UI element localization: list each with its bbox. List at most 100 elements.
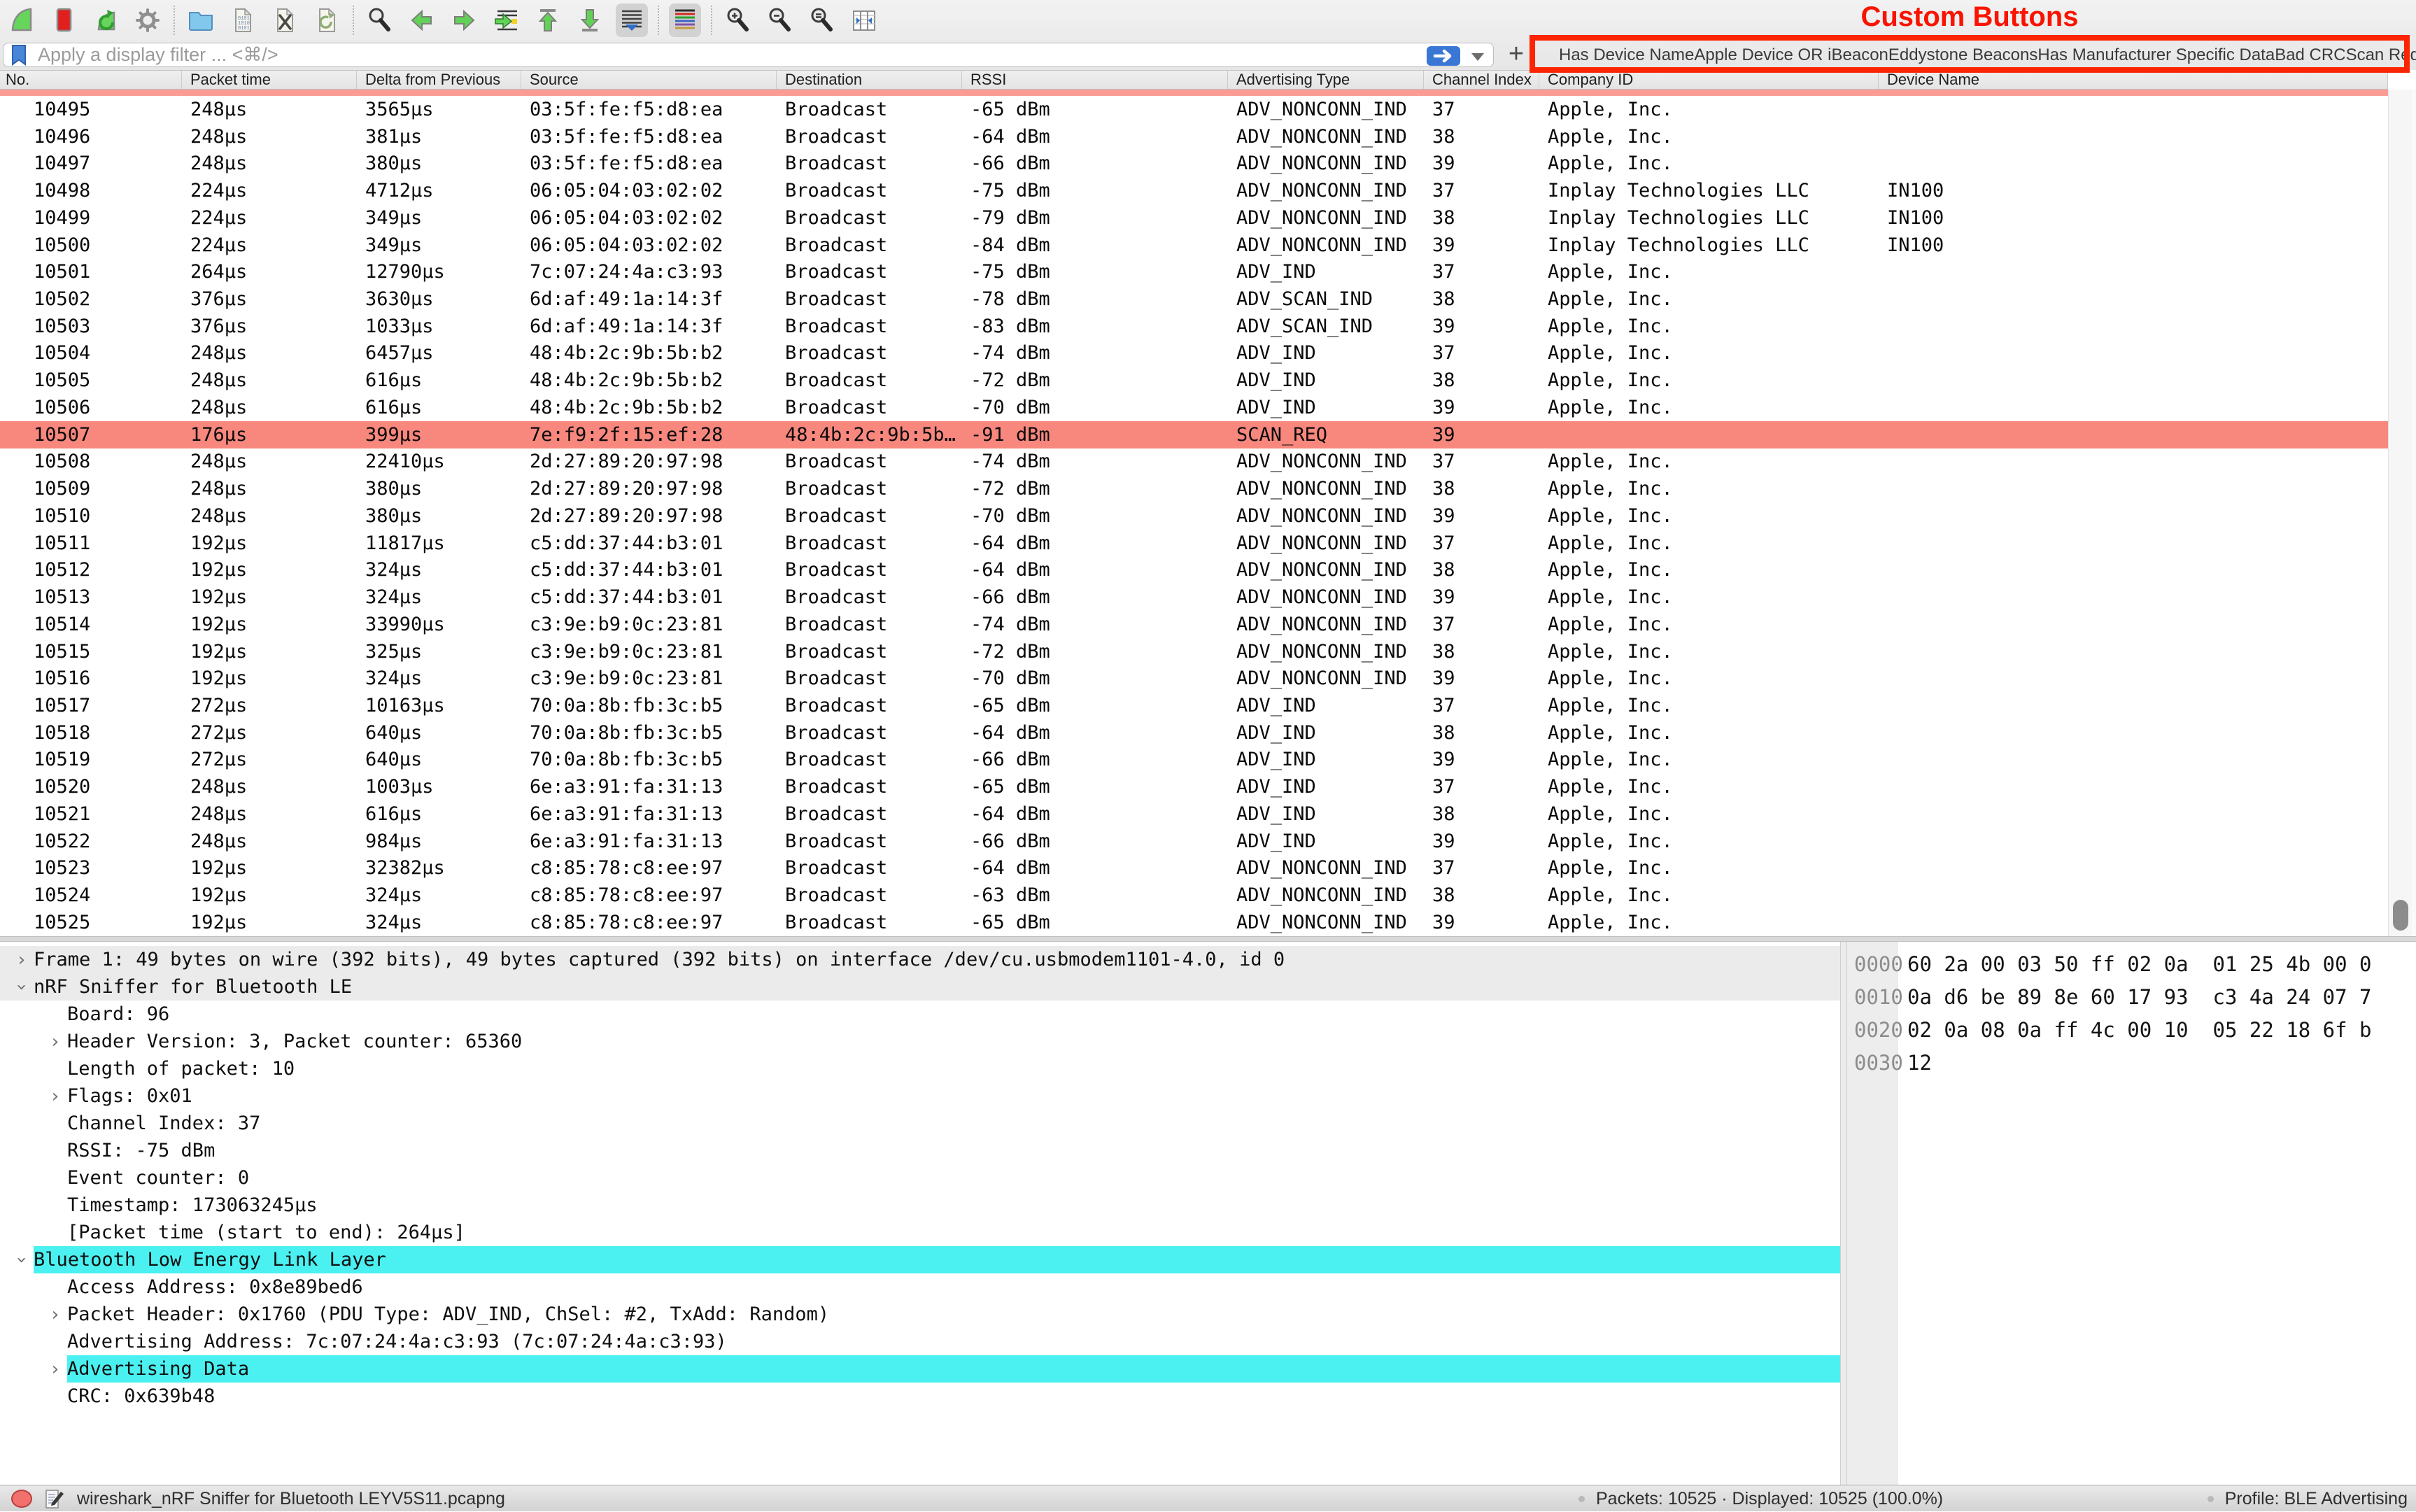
auto-scroll-button[interactable] bbox=[616, 3, 648, 37]
packet-row[interactable]: 10495248µs3565µs03:5f:fe:f5:d8:eaBroadca… bbox=[0, 96, 2388, 123]
custom-filter-button-eddystone-beacons[interactable]: Eddystone Beacons bbox=[1888, 45, 2037, 65]
column-header-rssi[interactable]: RSSI bbox=[962, 71, 1228, 89]
custom-filter-button-apple-device-or-ibeacon[interactable]: Apple Device OR iBeacon bbox=[1694, 45, 1888, 65]
resize-columns-button[interactable] bbox=[848, 3, 880, 37]
expander-collapsed-icon[interactable]: › bbox=[43, 1304, 67, 1325]
packet-row[interactable]: 10506248µs616µs48:4b:2c:9b:5b:b2Broadcas… bbox=[0, 394, 2388, 421]
packet-row[interactable]: 10504248µs6457µs48:4b:2c:9b:5b:b2Broadca… bbox=[0, 340, 2388, 367]
display-filter-input[interactable]: Apply a display filter ... <⌘/> bbox=[3, 43, 1494, 67]
detail-tree-row[interactable]: ›Packet Header: 0x1760 (PDU Type: ADV_IN… bbox=[0, 1301, 1840, 1328]
detail-tree-row[interactable]: ›Bluetooth Low Energy Link Layer bbox=[0, 1246, 1840, 1273]
column-header-channel-index[interactable]: Channel Index bbox=[1424, 71, 1539, 89]
detail-tree-row[interactable]: Access Address: 0x8e89bed6 bbox=[0, 1273, 1840, 1301]
custom-filter-button-scan-requests-responses[interactable]: Scan Requests/Responses bbox=[2346, 45, 2416, 65]
column-header-delta-from-previous[interactable]: Delta from Previous bbox=[357, 71, 521, 89]
find-packet-button[interactable] bbox=[364, 3, 396, 37]
expander-expanded-icon[interactable]: › bbox=[11, 975, 32, 999]
horizontal-splitter[interactable] bbox=[0, 936, 2416, 942]
detail-tree-row[interactable]: RSSI: -75 dBm bbox=[0, 1137, 1840, 1164]
expert-info-icon[interactable] bbox=[11, 1490, 32, 1508]
save-file-button[interactable]: 010110100101 bbox=[227, 3, 259, 37]
packet-row[interactable]: 10520248µs1003µs6e:a3:91:fa:31:13Broadca… bbox=[0, 773, 2388, 800]
detail-tree-row[interactable]: ›Flags: 0x01 bbox=[0, 1082, 1840, 1110]
expander-collapsed-icon[interactable]: › bbox=[10, 949, 34, 970]
column-header-destination[interactable]: Destination bbox=[777, 71, 962, 89]
packet-row[interactable]: 10499224µs349µs06:05:04:03:02:02Broadcas… bbox=[0, 204, 2388, 232]
custom-filter-button-has-device-name[interactable]: Has Device Name bbox=[1559, 45, 1694, 65]
packet-row[interactable]: 10512192µs324µsc5:dd:37:44:b3:01Broadcas… bbox=[0, 556, 2388, 584]
column-header-source[interactable]: Source bbox=[521, 71, 777, 89]
detail-tree-row[interactable]: Advertising Address: 7c:07:24:4a:c3:93 (… bbox=[0, 1328, 1840, 1355]
packet-row[interactable]: 10514192µs33990µsc3:9e:b9:0c:23:81Broadc… bbox=[0, 611, 2388, 638]
packet-row[interactable]: 10498224µs4712µs06:05:04:03:02:02Broadca… bbox=[0, 177, 2388, 204]
packet-row[interactable]: 10509248µs380µs2d:27:89:20:97:98Broadcas… bbox=[0, 475, 2388, 502]
stop-capture-button[interactable] bbox=[48, 3, 80, 37]
packet-row[interactable]: 10508248µs22410µs2d:27:89:20:97:98Broadc… bbox=[0, 448, 2388, 476]
restart-capture-button[interactable] bbox=[90, 3, 122, 37]
packet-row[interactable]: 10502376µs3630µs6d:af:49:1a:14:3fBroadca… bbox=[0, 285, 2388, 313]
expander-collapsed-icon[interactable]: › bbox=[43, 1359, 67, 1380]
packet-list-scrollbar[interactable] bbox=[2388, 90, 2412, 936]
packet-row[interactable]: 10518272µs640µs70:0a:8b:fb:3c:b5Broadcas… bbox=[0, 719, 2388, 747]
packet-row[interactable]: 10523192µs32382µsc8:85:78:c8:ee:97Broadc… bbox=[0, 855, 2388, 882]
detail-tree-row[interactable]: [Packet time (start to end): 264µs] bbox=[0, 1219, 1840, 1246]
packet-row[interactable]: 10525192µs324µsc8:85:78:c8:ee:97Broadcas… bbox=[0, 909, 2388, 936]
wireshark-start-capture-button[interactable] bbox=[6, 3, 38, 37]
packet-row-selected[interactable]: 10507176µs399µs7e:f9:2f:15:ef:2848:4b:2c… bbox=[0, 421, 2388, 448]
detail-tree-row[interactable]: ›nRF Sniffer for Bluetooth LE bbox=[0, 973, 1840, 1001]
packet-row[interactable]: 10521248µs616µs6e:a3:91:fa:31:13Broadcas… bbox=[0, 800, 2388, 828]
detail-tree-row[interactable]: Timestamp: 173063245µs bbox=[0, 1192, 1840, 1219]
custom-filter-button-has-manufacturer-specific-data[interactable]: Has Manufacturer Specific Data bbox=[2037, 45, 2275, 65]
packet-row[interactable]: 10515192µs325µsc3:9e:b9:0c:23:81Broadcas… bbox=[0, 638, 2388, 665]
packet-row[interactable]: 10519272µs640µs70:0a:8b:fb:3c:b5Broadcas… bbox=[0, 747, 2388, 774]
open-file-button[interactable] bbox=[185, 3, 217, 37]
packet-row[interactable]: 10510248µs380µs2d:27:89:20:97:98Broadcas… bbox=[0, 502, 2388, 530]
custom-filter-button-bad-crc[interactable]: Bad CRC bbox=[2275, 45, 2345, 65]
packet-row[interactable]: 10497248µs380µs03:5f:fe:f5:d8:eaBroadcas… bbox=[0, 150, 2388, 177]
go-to-packet-button[interactable] bbox=[490, 3, 522, 37]
column-header-device-name[interactable]: Device Name bbox=[1879, 71, 2388, 89]
go-to-top-button[interactable] bbox=[532, 3, 564, 37]
expander-collapsed-icon[interactable]: › bbox=[43, 1086, 67, 1107]
go-back-button[interactable] bbox=[406, 3, 438, 37]
detail-tree-row[interactable]: ›Frame 1: 49 bytes on wire (392 bits), 4… bbox=[0, 946, 1840, 973]
packet-row[interactable]: 10500224µs349µs06:05:04:03:02:02Broadcas… bbox=[0, 232, 2388, 259]
zoom-out-button[interactable] bbox=[764, 3, 796, 37]
packet-row[interactable]: 10522248µs984µs6e:a3:91:fa:31:13Broadcas… bbox=[0, 828, 2388, 855]
column-header-packet-time[interactable]: Packet time bbox=[182, 71, 357, 89]
capture-comment-icon[interactable] bbox=[45, 1488, 64, 1509]
scrollbar-thumb[interactable] bbox=[2393, 900, 2408, 931]
packet-row[interactable]: 10496248µs381µs03:5f:fe:f5:d8:eaBroadcas… bbox=[0, 123, 2388, 150]
column-header-no-[interactable]: No. bbox=[0, 71, 182, 89]
packet-row[interactable]: 10524192µs324µsc8:85:78:c8:ee:97Broadcas… bbox=[0, 882, 2388, 909]
column-header-company-id[interactable]: Company ID bbox=[1539, 71, 1879, 89]
go-to-bottom-button[interactable] bbox=[574, 3, 606, 37]
expander-collapsed-icon[interactable]: › bbox=[43, 1031, 67, 1052]
capture-options-button[interactable] bbox=[132, 3, 164, 37]
expander-expanded-icon[interactable]: › bbox=[11, 1248, 32, 1272]
packet-row[interactable]: 10503376µs1033µs6d:af:49:1a:14:3fBroadca… bbox=[0, 313, 2388, 340]
packet-row[interactable]: 10505248µs616µs48:4b:2c:9b:5b:b2Broadcas… bbox=[0, 367, 2388, 394]
detail-tree-row[interactable]: Board: 96 bbox=[0, 1001, 1840, 1028]
packet-row[interactable]: 10516192µs324µsc3:9e:b9:0c:23:81Broadcas… bbox=[0, 665, 2388, 692]
partially-visible-row[interactable] bbox=[0, 90, 2388, 96]
packet-row[interactable]: 10501264µs12790µs7c:07:24:4a:c3:93Broadc… bbox=[0, 258, 2388, 285]
column-header-advertising-type[interactable]: Advertising Type bbox=[1228, 71, 1424, 89]
packet-row[interactable]: 10511192µs11817µsc5:dd:37:44:b3:01Broadc… bbox=[0, 530, 2388, 557]
apply-filter-button[interactable] bbox=[1427, 46, 1460, 66]
filter-bookmark-icon[interactable] bbox=[10, 44, 28, 66]
detail-tree-row[interactable]: ›Advertising Data bbox=[0, 1355, 1840, 1383]
packet-row[interactable]: 10513192µs324µsc5:dd:37:44:b3:01Broadcas… bbox=[0, 584, 2388, 611]
reload-file-button[interactable] bbox=[311, 3, 343, 37]
detail-tree-row[interactable]: Event counter: 0 bbox=[0, 1164, 1840, 1192]
filter-dropdown-chevron-icon[interactable] bbox=[1471, 53, 1484, 61]
packet-row[interactable]: 10517272µs10163µs70:0a:8b:fb:3c:b5Broadc… bbox=[0, 692, 2388, 719]
zoom-original-button[interactable] bbox=[806, 3, 838, 37]
go-forward-button[interactable] bbox=[448, 3, 480, 37]
detail-tree-row[interactable]: ›Header Version: 3, Packet counter: 6536… bbox=[0, 1028, 1840, 1055]
profile-indicator[interactable]: Profile: BLE Advertising bbox=[2225, 1489, 2408, 1509]
colorize-packets-button[interactable] bbox=[669, 3, 701, 37]
vertical-splitter[interactable] bbox=[1840, 942, 1847, 1485]
detail-tree-row[interactable]: Channel Index: 37 bbox=[0, 1110, 1840, 1137]
detail-tree-row[interactable]: Length of packet: 10 bbox=[0, 1055, 1840, 1082]
